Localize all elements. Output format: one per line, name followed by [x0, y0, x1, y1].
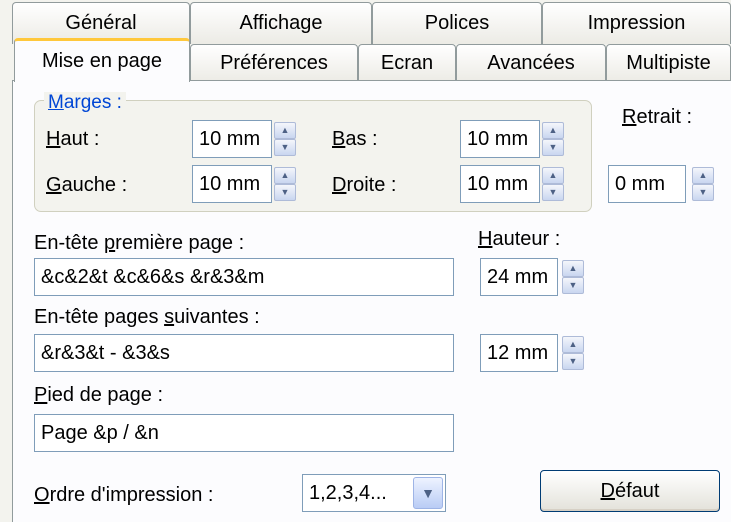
header-next-input[interactable]: &r&3&t - &3&s: [34, 334, 454, 372]
spin-up-icon[interactable]: ▲: [562, 260, 584, 277]
print-order-value: 1,2,3,4...: [309, 481, 387, 504]
print-order-label: Ordre d'impression :: [34, 484, 214, 506]
tab-label: Général: [65, 12, 137, 34]
indent-spinner[interactable]: ▲ ▼: [692, 167, 714, 201]
bottom-margin-label: Bas :: [332, 128, 378, 150]
tab-mise-en-page[interactable]: Mise en page: [14, 38, 190, 82]
tab-label: Affichage: [239, 12, 323, 34]
header-first-label: En-tête première page :: [34, 232, 245, 254]
left-margin-input[interactable]: 10 mm: [192, 165, 272, 203]
spin-down-icon[interactable]: ▼: [692, 184, 714, 201]
margins-legend-text: arges :: [63, 92, 122, 113]
margins-legend: Marges :: [44, 92, 126, 114]
indent-label: Retrait :: [622, 106, 693, 128]
indent-input[interactable]: 0 mm: [608, 165, 686, 203]
tab-label: Multipiste: [626, 52, 711, 74]
tab-avancees[interactable]: Avancées: [456, 44, 606, 82]
spin-down-icon[interactable]: ▼: [542, 184, 564, 201]
tab-multipiste[interactable]: Multipiste: [606, 44, 731, 82]
default-button[interactable]: Défaut: [540, 470, 720, 512]
tab-label: Impression: [587, 12, 686, 34]
header-first-height-spinner[interactable]: ▲ ▼: [562, 260, 584, 294]
tab-label: Mise en page: [41, 50, 163, 72]
left-margin-label: Gauche :: [46, 174, 128, 196]
header-next-height-spinner[interactable]: ▲ ▼: [562, 336, 584, 370]
header-next-label: En-tête pages suivantes :: [34, 306, 260, 328]
top-margin-label: Haut :: [46, 128, 100, 150]
tab-label: Avancées: [487, 52, 575, 74]
spin-down-icon[interactable]: ▼: [562, 277, 584, 294]
tab-preferences[interactable]: Préférences: [190, 44, 358, 82]
height-label: Hauteur :: [478, 228, 561, 250]
tab-affichage[interactable]: Affichage: [190, 2, 372, 44]
spin-up-icon[interactable]: ▲: [692, 167, 714, 184]
bottom-margin-spinner[interactable]: ▲ ▼: [542, 122, 564, 156]
spin-down-icon[interactable]: ▼: [562, 353, 584, 370]
header-first-height-input[interactable]: 24 mm: [480, 258, 558, 296]
spin-up-icon[interactable]: ▲: [274, 122, 296, 139]
spin-up-icon[interactable]: ▲: [542, 122, 564, 139]
footer-input[interactable]: Page &p / &n: [34, 414, 454, 452]
spin-down-icon[interactable]: ▼: [274, 184, 296, 201]
header-next-height-input[interactable]: 12 mm: [480, 334, 558, 372]
bottom-margin-input[interactable]: 10 mm: [460, 120, 540, 158]
spin-up-icon[interactable]: ▲: [274, 167, 296, 184]
right-margin-spinner[interactable]: ▲ ▼: [542, 167, 564, 201]
left-margin-spinner[interactable]: ▲ ▼: [274, 167, 296, 201]
print-order-select[interactable]: 1,2,3,4... ▼: [302, 474, 446, 512]
spin-up-icon[interactable]: ▲: [562, 336, 584, 353]
right-margin-label: Droite :: [332, 174, 397, 196]
tab-label: Polices: [424, 12, 490, 34]
right-margin-input[interactable]: 10 mm: [460, 165, 540, 203]
spin-down-icon[interactable]: ▼: [274, 139, 296, 156]
default-button-label: éfaut: [614, 479, 660, 502]
top-margin-input[interactable]: 10 mm: [192, 120, 272, 158]
tab-polices[interactable]: Polices: [372, 2, 542, 44]
tab-impression[interactable]: Impression: [542, 2, 731, 44]
footer-label: Pied de page :: [34, 384, 163, 406]
tab-ecran[interactable]: Ecran: [358, 44, 456, 82]
spin-up-icon[interactable]: ▲: [542, 167, 564, 184]
tab-label: Ecran: [380, 52, 434, 74]
top-margin-spinner[interactable]: ▲ ▼: [274, 122, 296, 156]
spin-down-icon[interactable]: ▼: [542, 139, 564, 156]
tab-label: Préférences: [220, 52, 328, 74]
header-first-input[interactable]: &c&2&t &c&6&s &r&3&m: [34, 258, 454, 296]
chevron-down-icon[interactable]: ▼: [413, 477, 443, 509]
